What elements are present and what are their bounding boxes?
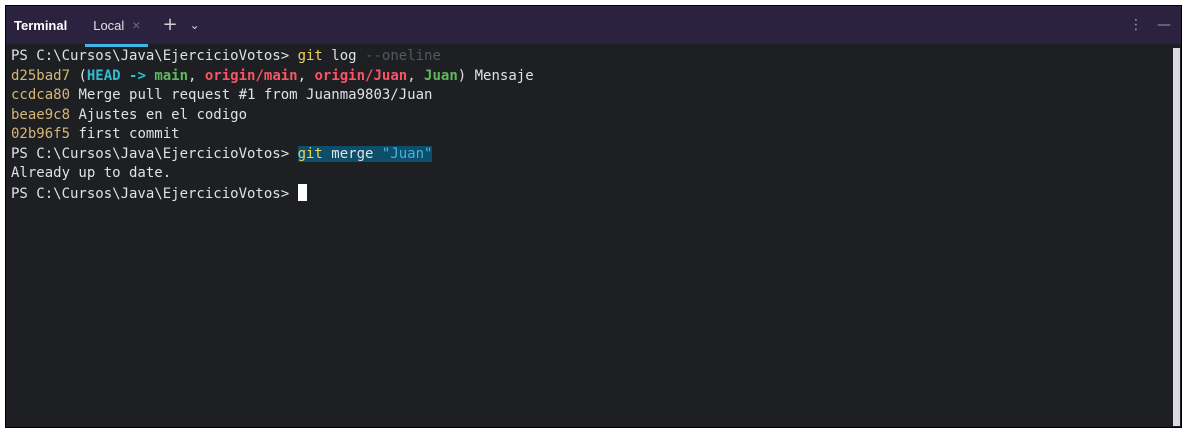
prompt: PS C:\Cursos\Java\EjercicioVotos> [11, 48, 298, 64]
ref-origin-juan: origin/Juan [314, 67, 408, 84]
command-flag: --oneline [365, 48, 441, 64]
more-vert-icon[interactable]: ⋮ [1129, 17, 1143, 33]
ref-separator: , [297, 67, 315, 84]
tab-label: Local [93, 17, 125, 33]
ref-close: ) [457, 67, 467, 84]
command-arg: merge [322, 145, 382, 162]
terminal-line: PS C:\Cursos\Java\EjercicioVotos> git me… [11, 145, 1181, 165]
ref-main: main [154, 67, 189, 84]
terminal-line: 02b96f5 first commit [11, 125, 1181, 145]
prompt: PS C:\Cursos\Java\EjercicioVotos> [11, 145, 298, 162]
ref-separator: , [188, 67, 205, 84]
ref-juan: Juan [424, 67, 458, 84]
commit-hash: beae9c8 [11, 106, 71, 123]
ref-open: ( [70, 67, 87, 84]
terminal-tabbar: Terminal Local × + ⌄ ⋮ — [6, 6, 1181, 47]
panel-controls: ⋮ — [1129, 6, 1171, 44]
chevron-down-icon[interactable]: ⌄ [190, 18, 200, 32]
plus-icon[interactable]: + [162, 16, 177, 34]
command-name: git [297, 48, 323, 64]
commit-hash: 02b96f5 [11, 126, 71, 142]
terminal-line: d25bad7 (HEAD -> main, origin/main, orig… [11, 67, 1181, 87]
terminal-output[interactable]: PS C:\Cursos\Java\EjercicioVotos> git lo… [6, 47, 1181, 427]
command-arg: log [322, 48, 366, 64]
ref-head: HEAD -> [86, 67, 155, 84]
minimize-icon[interactable]: — [1157, 17, 1171, 33]
command-string: "Juan" [381, 145, 433, 162]
commit-message: first commit [70, 126, 180, 142]
prompt: PS C:\Cursos\Java\EjercicioVotos> [11, 185, 298, 202]
commit-hash: ccdca80 [11, 87, 71, 103]
commit-message: Mensaje [466, 67, 534, 84]
tab-local[interactable]: Local × [85, 6, 149, 47]
ref-separator: , [407, 67, 425, 84]
commit-message: Merge pull request #1 from Juanma9803/Ju… [70, 87, 433, 103]
text-cursor [297, 183, 307, 201]
selected-command: git merge "Juan" [297, 145, 433, 162]
scrollbar[interactable] [1173, 48, 1180, 426]
ref-origin-main: origin/main [204, 67, 298, 84]
terminal-window: Terminal Local × + ⌄ ⋮ — PS C:\Cursos\Ja… [5, 5, 1182, 428]
command-name: git [297, 145, 323, 162]
commit-hash: d25bad7 [11, 67, 71, 84]
terminal-line: Already up to date. [11, 164, 1181, 184]
terminal-line: PS C:\Cursos\Java\EjercicioVotos> [11, 183, 1181, 204]
terminal-line: beae9c8 Ajustes en el codigo [11, 106, 1181, 126]
terminal-line: ccdca80 Merge pull request #1 from Juanm… [11, 86, 1181, 106]
close-icon[interactable]: × [132, 17, 140, 33]
commit-message: Ajustes en el codigo [70, 106, 248, 123]
panel-title: Terminal [14, 17, 68, 33]
command-output: Already up to date. [11, 165, 172, 181]
terminal-line: PS C:\Cursos\Java\EjercicioVotos> git lo… [11, 47, 1181, 67]
